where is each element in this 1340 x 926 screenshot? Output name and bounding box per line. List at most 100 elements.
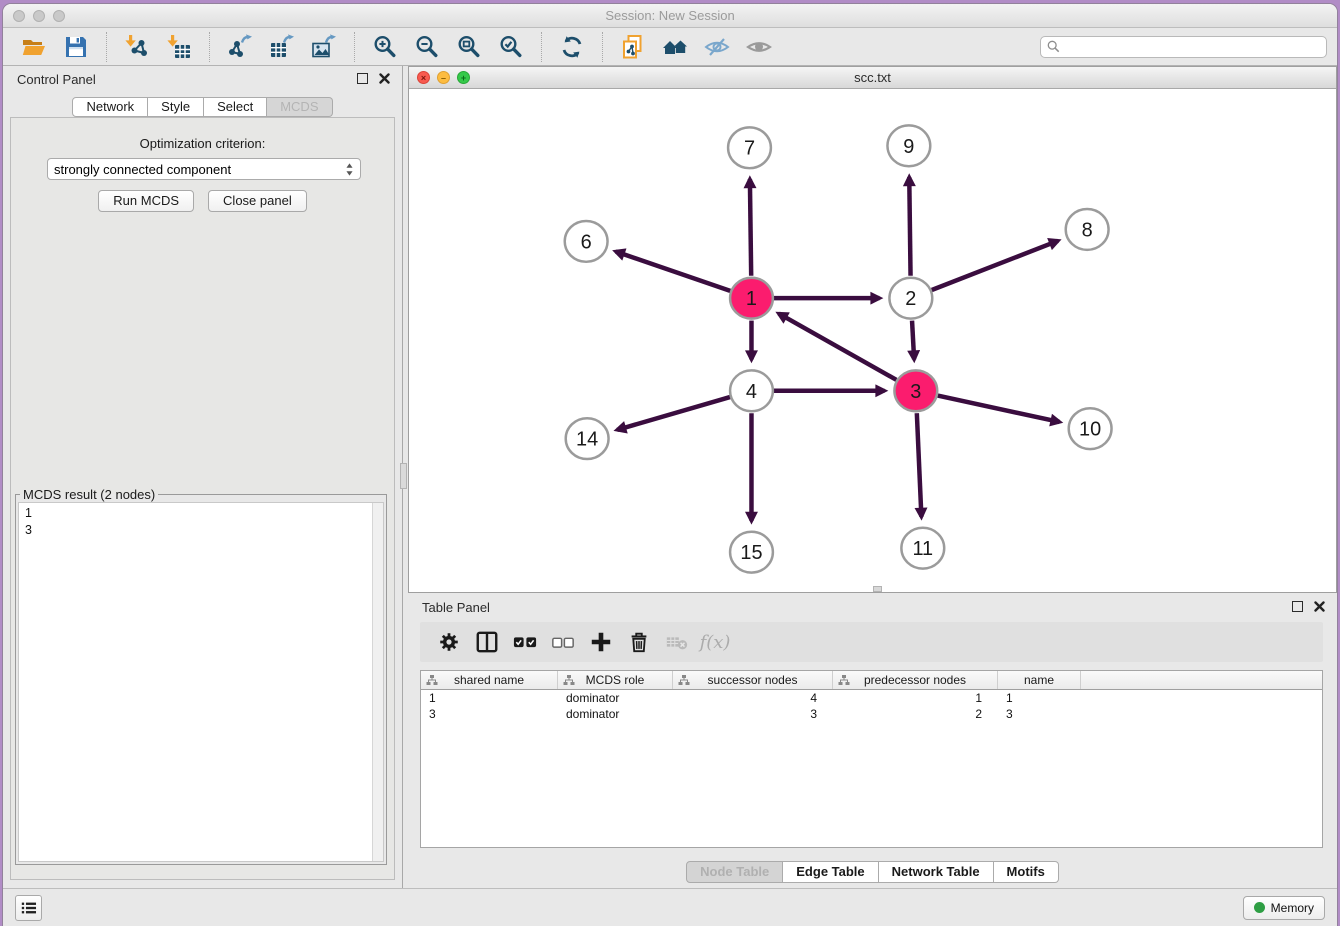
- import-table-button[interactable]: [164, 32, 194, 62]
- graph-edge-1-6[interactable]: [616, 252, 730, 291]
- graph-node-8[interactable]: 8: [1066, 209, 1109, 250]
- table-cell[interactable]: 3: [998, 706, 1081, 722]
- graph-edge-3-11[interactable]: [917, 413, 922, 517]
- network-canvas[interactable]: 7 9 6 8 1 2 4 3 14 10 15 11: [409, 90, 1336, 592]
- attribute-icon: [838, 674, 850, 686]
- open-folder-button[interactable]: [19, 32, 49, 62]
- tab-node-table[interactable]: Node Table: [686, 861, 783, 883]
- toolbar-separator: [209, 32, 210, 62]
- close-panel-button[interactable]: Close panel: [208, 190, 307, 212]
- graph-node-10[interactable]: 10: [1069, 408, 1112, 449]
- optimization-criterion-select[interactable]: strongly connected component: [47, 158, 361, 180]
- splitter-handle[interactable]: [400, 463, 407, 489]
- graph-node-1[interactable]: 1: [730, 278, 773, 319]
- zoom-fit-button[interactable]: [454, 32, 484, 62]
- deselect-all-button[interactable]: [548, 627, 578, 657]
- graph-node-14[interactable]: 14: [566, 418, 609, 459]
- save-button[interactable]: [61, 32, 91, 62]
- table-tabbar: Node TableEdge TableNetwork TableMotifs: [408, 861, 1337, 883]
- refresh-button[interactable]: [557, 32, 587, 62]
- zoom-in-button[interactable]: [370, 32, 400, 62]
- zoom-out-button[interactable]: [412, 32, 442, 62]
- copy-style-button[interactable]: [618, 32, 648, 62]
- tab-select[interactable]: Select: [204, 97, 267, 117]
- table-cell[interactable]: dominator: [558, 706, 673, 722]
- graph-node-11[interactable]: 11: [901, 528, 944, 569]
- close-icon[interactable]: [1314, 601, 1325, 612]
- import-network-button[interactable]: [122, 32, 152, 62]
- table-cell[interactable]: 3: [673, 706, 833, 722]
- memory-button[interactable]: Memory: [1243, 896, 1325, 920]
- graph-node-4[interactable]: 4: [730, 370, 773, 411]
- table-cell[interactable]: 2: [833, 706, 998, 722]
- graph-node-2[interactable]: 2: [889, 278, 932, 319]
- mcds-result-box[interactable]: 1 3: [18, 502, 384, 862]
- minimize-icon[interactable]: –: [437, 71, 450, 84]
- table-row[interactable]: 3dominator323: [421, 706, 1322, 722]
- app-titlebar[interactable]: Session: New Session: [3, 4, 1337, 28]
- add-row-button[interactable]: [586, 627, 616, 657]
- graph-node-3[interactable]: 3: [894, 370, 937, 411]
- run-mcds-button[interactable]: Run MCDS: [98, 190, 194, 212]
- float-icon[interactable]: [1292, 601, 1303, 612]
- tab-network[interactable]: Network: [72, 97, 148, 117]
- select-stepper-icon: [345, 162, 354, 177]
- graph-node-7[interactable]: 7: [728, 127, 771, 168]
- close-icon[interactable]: [379, 73, 390, 84]
- graph-edge-3-1[interactable]: [779, 314, 897, 380]
- table-cell[interactable]: 1: [998, 690, 1081, 706]
- toolbar-separator: [354, 32, 355, 62]
- search-box[interactable]: [1040, 36, 1327, 58]
- split-columns-button[interactable]: [472, 627, 502, 657]
- result-scrollbar[interactable]: [372, 503, 383, 861]
- graph-node-15[interactable]: 15: [730, 532, 773, 573]
- table-cell[interactable]: dominator: [558, 690, 673, 706]
- table-row[interactable]: 1dominator411: [421, 690, 1322, 706]
- minimize-window-icon[interactable]: [33, 10, 45, 22]
- zoom-icon[interactable]: +: [457, 71, 470, 84]
- tab-mcds[interactable]: MCDS: [267, 97, 332, 117]
- column-header-shared-name[interactable]: shared name: [421, 671, 558, 689]
- tab-network-table[interactable]: Network Table: [879, 861, 994, 883]
- hide-visibility-button[interactable]: [702, 32, 732, 62]
- memory-status-icon: [1254, 902, 1265, 913]
- column-header-MCDS-role[interactable]: MCDS role: [558, 671, 673, 689]
- delete-row-button[interactable]: [624, 627, 654, 657]
- task-history-button[interactable]: [15, 895, 42, 921]
- graph-edge-2-9[interactable]: [909, 177, 910, 276]
- column-header-successor-nodes[interactable]: successor nodes: [673, 671, 833, 689]
- resize-grip[interactable]: [873, 586, 882, 592]
- graph-node-6[interactable]: 6: [565, 221, 608, 262]
- network-window-titlebar[interactable]: × – + scc.txt: [409, 67, 1336, 89]
- home-button[interactable]: [660, 32, 690, 62]
- table-cell[interactable]: 1: [833, 690, 998, 706]
- column-header-predecessor-nodes[interactable]: predecessor nodes: [833, 671, 998, 689]
- graph-edge-4-14[interactable]: [617, 397, 730, 430]
- zoom-window-icon[interactable]: [53, 10, 65, 22]
- close-window-icon[interactable]: [13, 10, 25, 22]
- zoom-selected-button[interactable]: [496, 32, 526, 62]
- table-cell[interactable]: 3: [421, 706, 558, 722]
- search-input[interactable]: [1064, 39, 1320, 55]
- select-all-button[interactable]: [510, 627, 540, 657]
- export-table-button[interactable]: [267, 32, 297, 62]
- tab-edge-table[interactable]: Edge Table: [783, 861, 878, 883]
- table-cell[interactable]: 1: [421, 690, 558, 706]
- export-image-button[interactable]: [309, 32, 339, 62]
- float-icon[interactable]: [357, 73, 368, 84]
- graph-edge-2-3[interactable]: [912, 321, 914, 360]
- export-network-button[interactable]: [225, 32, 255, 62]
- table-cell[interactable]: 4: [673, 690, 833, 706]
- node-table[interactable]: shared nameMCDS rolesuccessor nodes prede…: [420, 670, 1323, 848]
- gear-button[interactable]: [434, 627, 464, 657]
- column-label: predecessor nodes: [864, 673, 966, 687]
- tab-motifs[interactable]: Motifs: [994, 861, 1059, 883]
- graph-edge-1-7[interactable]: [750, 179, 751, 276]
- graph-node-9[interactable]: 9: [887, 125, 930, 166]
- close-icon[interactable]: ×: [417, 71, 430, 84]
- graph-edge-2-8[interactable]: [932, 241, 1058, 290]
- column-header-name[interactable]: name: [998, 671, 1081, 689]
- tab-style[interactable]: Style: [148, 97, 204, 117]
- show-visibility-button[interactable]: [744, 32, 774, 62]
- graph-edge-3-10[interactable]: [938, 396, 1060, 422]
